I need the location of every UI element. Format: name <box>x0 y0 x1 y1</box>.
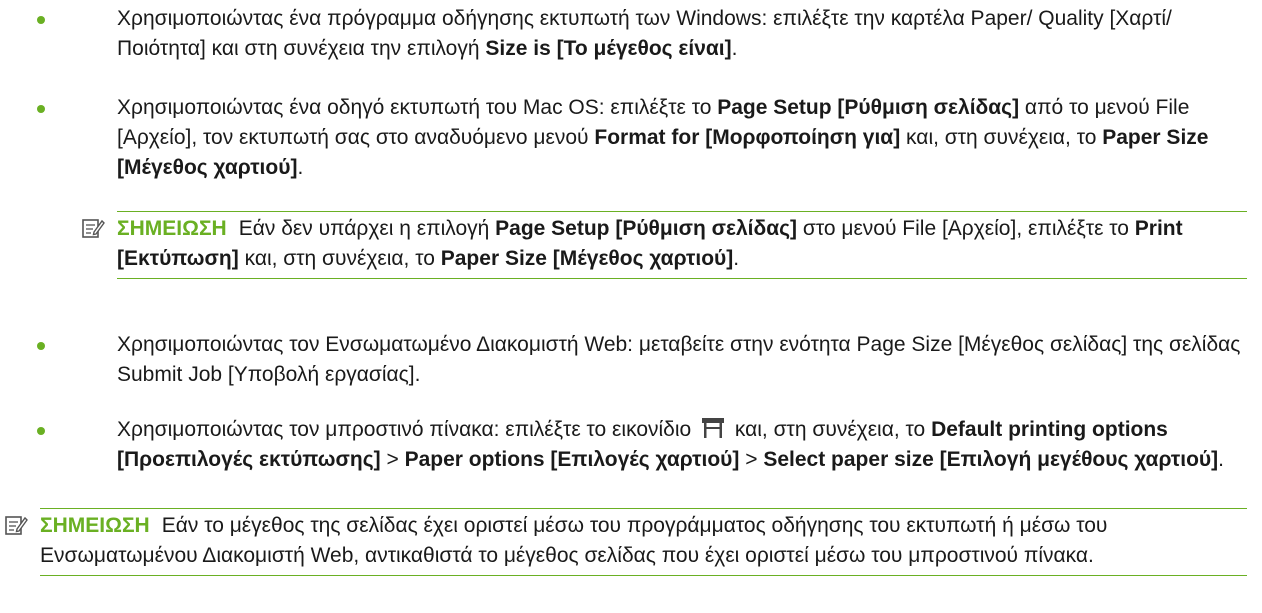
bold-text-run: Page Setup [Ρύθμιση σελίδας] <box>495 217 798 240</box>
text-run: Χρησιμοποιώντας ένα οδηγό εκτυπωτή του M… <box>117 96 718 119</box>
note-icon <box>5 516 28 535</box>
bullet-embedded-web-server: Χρησιμοποιώντας τον Ενσωματωμένο Διακομι… <box>37 330 1247 390</box>
text-run: και, στη συνέχεια, το <box>900 126 1103 149</box>
bold-text-run: Paper options [Επιλογές χαρτιού] <box>404 448 740 471</box>
text-run: Εάν δεν υπάρχει η επιλογή <box>238 217 496 240</box>
note-inner: ΣΗΜΕΙΩΣΗ Εάν δεν υπάρχει η επιλογή Page S… <box>82 211 1247 279</box>
bullet-mac-driver: Χρησιμοποιώντας ένα οδηγό εκτυπωτή του M… <box>37 93 1247 183</box>
text-run: Χρησιμοποιώντας τον μπροστινό πίνακα: επ… <box>117 418 698 441</box>
text-run: . <box>297 156 304 179</box>
bullet-windows-driver: Χρησιμοποιώντας ένα πρόγραμμα οδήγησης ε… <box>37 4 1247 64</box>
bullet-text: Χρησιμοποιώντας τον μπροστινό πίνακα: επ… <box>117 418 1224 471</box>
bold-text-run: Size is [Το μέγεθος είναι] <box>485 37 732 60</box>
text-run: . <box>733 247 740 270</box>
note-outer: ΣΗΜΕΙΩΣΗ Εάν το μέγεθος της σελίδας έχει … <box>5 508 1247 576</box>
text-run: Εάν το μέγεθος της σελίδας έχει οριστεί … <box>40 514 1108 567</box>
bold-text-run: Page Setup [Ρύθμιση σελίδας] <box>717 96 1020 119</box>
note-label: ΣΗΜΕΙΩΣΗ <box>117 217 227 240</box>
note-label: ΣΗΜΕΙΩΣΗ <box>40 514 150 537</box>
text-run: . <box>731 37 738 60</box>
bullet-text: Χρησιμοποιώντας ένα πρόγραμμα οδήγησης ε… <box>117 7 1172 60</box>
note-icon <box>82 219 105 238</box>
note-text: Εάν το μέγεθος της σελίδας έχει οριστεί … <box>40 514 1107 567</box>
printer-icon <box>702 418 725 438</box>
text-run: και, στη συνέχεια, το <box>238 247 441 270</box>
bullet-text: Χρησιμοποιώντας ένα οδηγό εκτυπωτή του M… <box>117 96 1208 179</box>
bullet-dot <box>37 427 45 435</box>
bullet-front-panel: Χρησιμοποιώντας τον μπροστινό πίνακα: επ… <box>37 415 1247 475</box>
bold-text-run: Format for [Μορφοποίηση για] <box>594 126 901 149</box>
bold-text-run: Select paper size [Επιλογή μεγέθους χαρτ… <box>763 448 1219 471</box>
bullet-dot <box>37 105 45 113</box>
text-run: > <box>380 448 405 471</box>
bullet-dot <box>37 342 45 350</box>
bullet-dot <box>37 16 45 24</box>
bold-text-run: Paper Size [Μέγεθος χαρτιού] <box>440 247 734 270</box>
text-run: στο μενού File [Αρχείο], επιλέξτε το <box>797 217 1135 240</box>
note-text: Εάν δεν υπάρχει η επιλογή Page Setup [Ρύ… <box>117 217 1183 270</box>
text-run: Χρησιμοποιώντας τον Ενσωματωμένο Διακομι… <box>117 333 1241 386</box>
text-run: και, στη συνέχεια, το <box>729 418 932 441</box>
document-page: Χρησιμοποιώντας ένα πρόγραμμα οδήγησης ε… <box>0 0 1262 613</box>
text-run: . <box>1218 448 1224 471</box>
text-run: > <box>739 448 764 471</box>
bullet-text: Χρησιμοποιώντας τον Ενσωματωμένο Διακομι… <box>117 333 1240 386</box>
